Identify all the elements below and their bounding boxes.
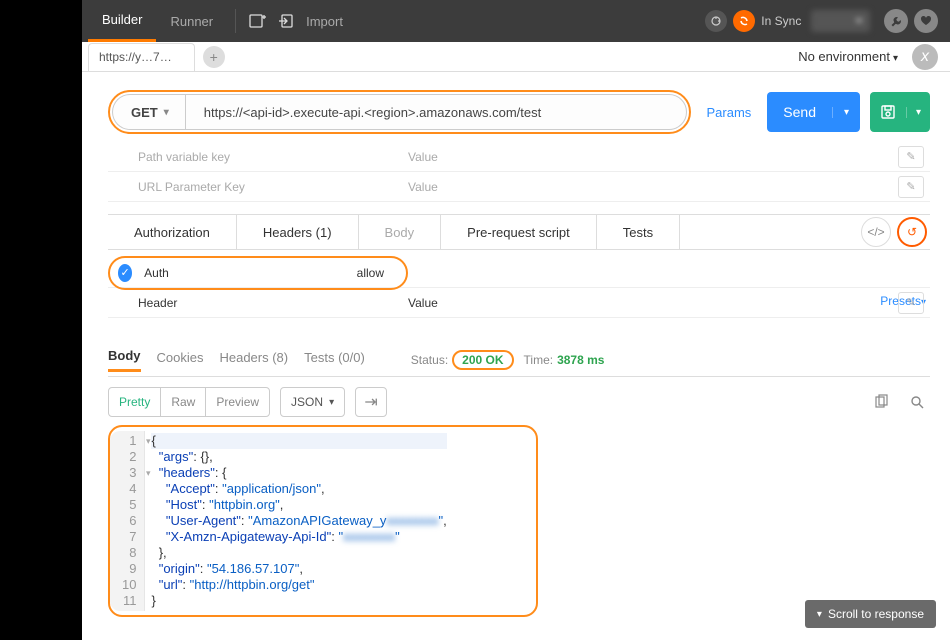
path-variable-key-input[interactable]: Path variable key bbox=[108, 150, 408, 164]
response-body-highlight: 1234567891011 { "args": {}, "headers": {… bbox=[108, 425, 538, 617]
chevron-down-icon: ▾ bbox=[817, 609, 822, 620]
response-tab-tests[interactable]: Tests (0/0) bbox=[304, 350, 365, 371]
request-line-highlight: GET▾ https://<api-id>.execute-api.<regio… bbox=[108, 90, 691, 134]
response-tab-cookies[interactable]: Cookies bbox=[157, 350, 204, 371]
url-param-key-input[interactable]: URL Parameter Key bbox=[108, 180, 408, 194]
url-input[interactable]: https://<api-id>.execute-api.<region>.am… bbox=[185, 94, 687, 130]
left-gutter bbox=[0, 0, 82, 640]
nav-builder[interactable]: Builder bbox=[88, 0, 156, 42]
time-label: Time: bbox=[524, 353, 554, 367]
path-variable-value-input[interactable]: Value bbox=[408, 150, 898, 164]
tab-strip: https://y…7… + No environment▾ x bbox=[0, 42, 950, 72]
reset-icon[interactable]: ↺ bbox=[897, 217, 927, 247]
user-menu[interactable] bbox=[811, 10, 870, 32]
new-tab-button[interactable]: + bbox=[203, 46, 225, 68]
url-param-value-input[interactable]: Value bbox=[408, 180, 898, 194]
view-pretty[interactable]: Pretty bbox=[109, 388, 161, 416]
environment-quicklook-icon[interactable]: x bbox=[912, 44, 938, 70]
header-key-placeholder-input[interactable]: Header bbox=[108, 296, 408, 310]
request-tab[interactable]: https://y…7… bbox=[88, 43, 195, 71]
search-icon[interactable] bbox=[904, 389, 930, 415]
time-value: 3878 ms bbox=[557, 353, 604, 367]
format-select[interactable]: JSON▾ bbox=[280, 387, 345, 417]
code-icon[interactable]: </> bbox=[861, 217, 891, 247]
tab-headers[interactable]: Headers (1) bbox=[237, 215, 359, 249]
response-tab-body[interactable]: Body bbox=[108, 348, 141, 372]
save-icon bbox=[870, 104, 906, 120]
scroll-to-response-button[interactable]: ▾ Scroll to response bbox=[805, 600, 936, 628]
tab-body[interactable]: Body bbox=[359, 215, 442, 249]
settings-icon[interactable] bbox=[884, 9, 908, 33]
header-enabled-check-icon[interactable]: ✓ bbox=[118, 264, 132, 282]
heart-icon[interactable] bbox=[914, 9, 938, 33]
status-value: 200 OK bbox=[452, 350, 513, 370]
send-dropdown-icon[interactable]: ▾ bbox=[832, 107, 860, 118]
sync-label: In Sync bbox=[761, 14, 801, 28]
edit-icon[interactable]: ✎ bbox=[898, 176, 924, 198]
line-wrap-icon[interactable]: ⇥ bbox=[355, 387, 387, 417]
view-raw[interactable]: Raw bbox=[161, 388, 206, 416]
environment-select[interactable]: No environment▾ bbox=[790, 45, 906, 68]
top-bar: Builder Runner Import In Sync bbox=[0, 0, 950, 42]
divider bbox=[235, 9, 236, 33]
tab-authorization[interactable]: Authorization bbox=[108, 215, 237, 249]
send-button[interactable]: Send ▾ bbox=[767, 92, 860, 132]
header-key-input[interactable]: Auth bbox=[144, 266, 356, 280]
tab-label: https://y…7… bbox=[99, 50, 172, 64]
save-dropdown-icon[interactable]: ▾ bbox=[906, 107, 930, 118]
copy-icon[interactable] bbox=[868, 389, 894, 415]
tab-tests[interactable]: Tests bbox=[597, 215, 680, 249]
method-select[interactable]: GET▾ bbox=[112, 94, 185, 130]
header-row-highlight: ✓ Auth allow bbox=[108, 256, 408, 290]
header-value-placeholder-input[interactable]: Value bbox=[408, 296, 898, 310]
view-preview[interactable]: Preview bbox=[206, 388, 269, 416]
edit-icon[interactable]: ✎ bbox=[898, 146, 924, 168]
nav-runner[interactable]: Runner bbox=[156, 0, 227, 42]
response-tab-headers[interactable]: Headers (8) bbox=[219, 350, 288, 371]
line-gutter: 1234567891011 bbox=[110, 431, 145, 611]
save-button[interactable]: ▾ bbox=[870, 92, 930, 132]
new-request-icon[interactable] bbox=[244, 7, 272, 35]
import-button[interactable]: Import bbox=[306, 14, 343, 29]
edit-icon[interactable]: ✎ bbox=[898, 292, 924, 314]
header-value-input[interactable]: allow bbox=[357, 266, 384, 280]
params-button[interactable]: Params bbox=[701, 105, 758, 120]
sync-orange-icon bbox=[733, 10, 755, 32]
response-body[interactable]: { "args": {}, "headers": { "Accept": "ap… bbox=[145, 431, 452, 611]
sync-status-icon bbox=[705, 10, 727, 32]
tab-prerequest[interactable]: Pre-request script bbox=[441, 215, 597, 249]
import-icon[interactable] bbox=[272, 7, 300, 35]
status-label: Status: bbox=[411, 353, 448, 367]
